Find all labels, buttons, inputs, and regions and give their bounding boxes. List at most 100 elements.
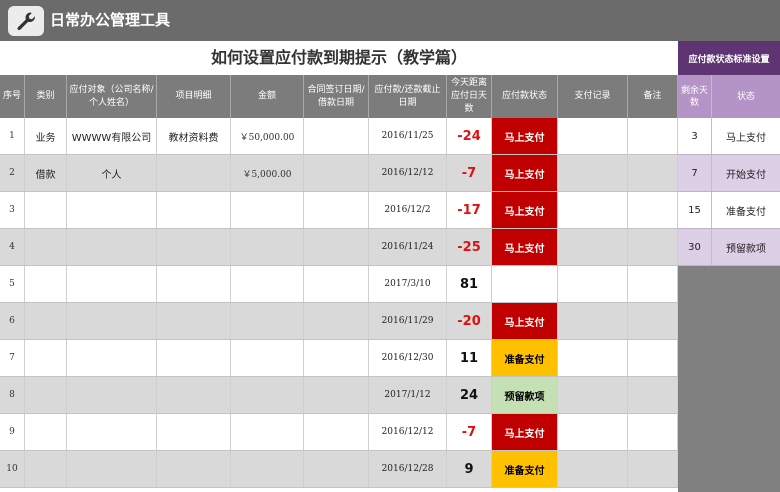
item-cell[interactable] xyxy=(157,266,231,302)
note-cell[interactable] xyxy=(628,340,678,376)
amount-cell[interactable] xyxy=(231,451,304,487)
payment-record-cell[interactable] xyxy=(558,377,628,413)
sign-date-cell[interactable] xyxy=(304,414,369,450)
amount-cell[interactable] xyxy=(231,192,304,228)
category-cell[interactable] xyxy=(25,303,67,339)
category-cell[interactable] xyxy=(25,266,67,302)
days-remaining[interactable]: -25 xyxy=(447,229,492,265)
row-number[interactable]: 5 xyxy=(0,266,25,302)
sign-date-cell[interactable] xyxy=(304,192,369,228)
row-number[interactable]: 4 xyxy=(0,229,25,265)
sign-date-cell[interactable] xyxy=(304,155,369,191)
due-date-cell[interactable]: 2016/11/25 xyxy=(369,118,447,154)
category-cell[interactable] xyxy=(25,229,67,265)
row-number[interactable]: 7 xyxy=(0,340,25,376)
note-cell[interactable] xyxy=(628,377,678,413)
category-cell[interactable]: 借款 xyxy=(25,155,67,191)
due-date-cell[interactable]: 2016/12/12 xyxy=(369,155,447,191)
payment-record-cell[interactable] xyxy=(558,118,628,154)
threshold-days-cell[interactable]: 30 xyxy=(678,229,712,265)
item-cell[interactable] xyxy=(157,229,231,265)
payee-cell[interactable] xyxy=(67,229,157,265)
row-number[interactable]: 9 xyxy=(0,414,25,450)
sign-date-cell[interactable] xyxy=(304,229,369,265)
item-cell[interactable] xyxy=(157,192,231,228)
item-cell[interactable] xyxy=(157,377,231,413)
note-cell[interactable] xyxy=(628,229,678,265)
payee-cell[interactable] xyxy=(67,451,157,487)
due-date-cell[interactable]: 2016/12/28 xyxy=(369,451,447,487)
status-badge[interactable]: 准备支付 xyxy=(492,340,558,376)
row-number[interactable]: 6 xyxy=(0,303,25,339)
payment-record-cell[interactable] xyxy=(558,192,628,228)
item-cell[interactable] xyxy=(157,340,231,376)
due-date-cell[interactable]: 2016/12/2 xyxy=(369,192,447,228)
item-cell[interactable]: 教材资料费 xyxy=(157,118,231,154)
threshold-status-cell[interactable]: 马上支付 xyxy=(712,118,780,154)
threshold-days-cell[interactable]: 7 xyxy=(678,155,712,191)
threshold-status-cell[interactable]: 开始支付 xyxy=(712,155,780,191)
payment-record-cell[interactable] xyxy=(558,451,628,487)
sign-date-cell[interactable] xyxy=(304,451,369,487)
payment-record-cell[interactable] xyxy=(558,229,628,265)
due-date-cell[interactable]: 2016/12/12 xyxy=(369,414,447,450)
payment-record-cell[interactable] xyxy=(558,266,628,302)
days-remaining[interactable]: -7 xyxy=(447,155,492,191)
amount-cell[interactable]: ￥5,000.00 xyxy=(231,155,304,191)
payee-cell[interactable] xyxy=(67,377,157,413)
payment-record-cell[interactable] xyxy=(558,155,628,191)
days-remaining[interactable]: 11 xyxy=(447,340,492,376)
amount-cell[interactable] xyxy=(231,266,304,302)
threshold-status-cell[interactable]: 准备支付 xyxy=(712,192,780,228)
status-badge[interactable]: 马上支付 xyxy=(492,155,558,191)
row-number[interactable]: 3 xyxy=(0,192,25,228)
amount-cell[interactable] xyxy=(231,229,304,265)
due-date-cell[interactable]: 2016/12/30 xyxy=(369,340,447,376)
payee-cell[interactable] xyxy=(67,340,157,376)
note-cell[interactable] xyxy=(628,451,678,487)
days-remaining[interactable]: 24 xyxy=(447,377,492,413)
due-date-cell[interactable]: 2016/11/24 xyxy=(369,229,447,265)
item-cell[interactable] xyxy=(157,451,231,487)
payment-record-cell[interactable] xyxy=(558,340,628,376)
category-cell[interactable] xyxy=(25,340,67,376)
payee-cell[interactable] xyxy=(67,192,157,228)
amount-cell[interactable]: ￥50,000.00 xyxy=(231,118,304,154)
item-cell[interactable] xyxy=(157,155,231,191)
days-remaining[interactable]: -24 xyxy=(447,118,492,154)
due-date-cell[interactable]: 2017/1/12 xyxy=(369,377,447,413)
row-number[interactable]: 10 xyxy=(0,451,25,487)
note-cell[interactable] xyxy=(628,118,678,154)
days-remaining[interactable]: -17 xyxy=(447,192,492,228)
status-badge[interactable]: 马上支付 xyxy=(492,118,558,154)
sign-date-cell[interactable] xyxy=(304,266,369,302)
payee-cell[interactable] xyxy=(67,266,157,302)
payee-cell[interactable] xyxy=(67,414,157,450)
threshold-days-cell[interactable]: 15 xyxy=(678,192,712,228)
wrench-icon[interactable] xyxy=(8,6,44,36)
status-badge[interactable]: 预留款项 xyxy=(492,377,558,413)
note-cell[interactable] xyxy=(628,303,678,339)
status-badge[interactable] xyxy=(492,266,558,302)
days-remaining[interactable]: 81 xyxy=(447,266,492,302)
note-cell[interactable] xyxy=(628,414,678,450)
sign-date-cell[interactable] xyxy=(304,118,369,154)
amount-cell[interactable] xyxy=(231,340,304,376)
status-badge[interactable]: 马上支付 xyxy=(492,303,558,339)
payee-cell[interactable]: WWWW有限公司 xyxy=(67,118,157,154)
status-badge[interactable]: 马上支付 xyxy=(492,229,558,265)
note-cell[interactable] xyxy=(628,155,678,191)
due-date-cell[interactable]: 2017/3/10 xyxy=(369,266,447,302)
sign-date-cell[interactable] xyxy=(304,377,369,413)
category-cell[interactable] xyxy=(25,192,67,228)
status-badge[interactable]: 马上支付 xyxy=(492,414,558,450)
category-cell[interactable] xyxy=(25,451,67,487)
category-cell[interactable] xyxy=(25,414,67,450)
note-cell[interactable] xyxy=(628,192,678,228)
days-remaining[interactable]: 9 xyxy=(447,451,492,487)
due-date-cell[interactable]: 2016/11/29 xyxy=(369,303,447,339)
payment-record-cell[interactable] xyxy=(558,303,628,339)
category-cell[interactable] xyxy=(25,377,67,413)
threshold-status-cell[interactable]: 预留款项 xyxy=(712,229,780,265)
row-number[interactable]: 1 xyxy=(0,118,25,154)
